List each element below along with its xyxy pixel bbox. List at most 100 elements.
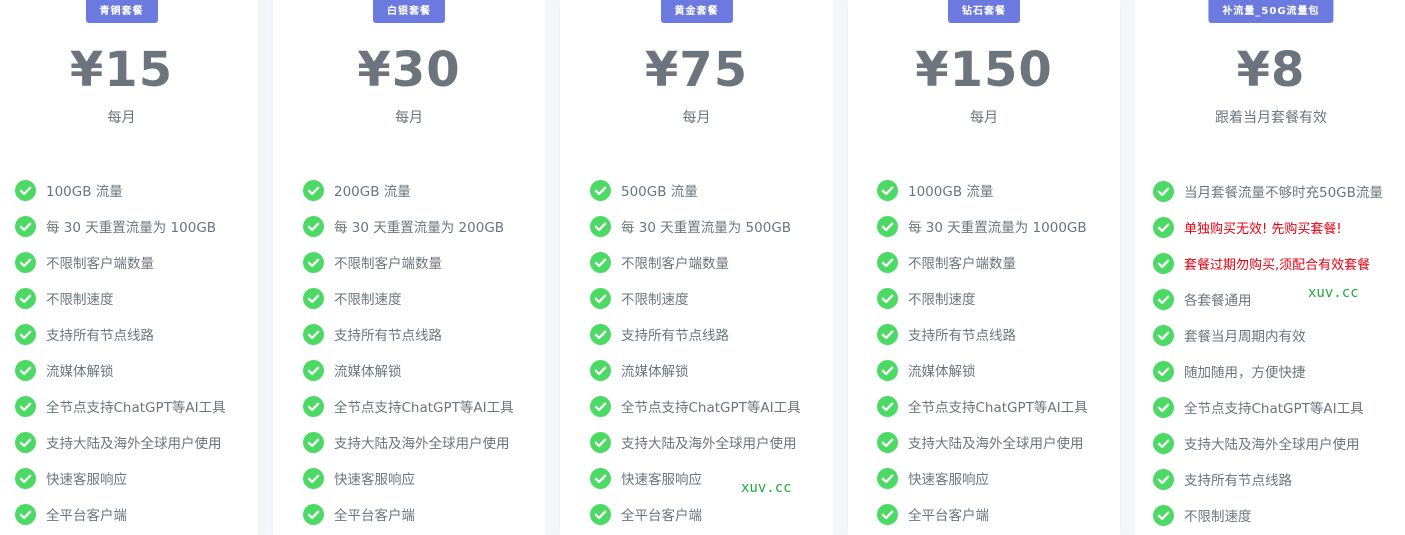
plan-price: ¥30 — [357, 42, 461, 98]
check-circle-icon — [15, 431, 36, 453]
feature-text: 支持所有节点线路 — [1184, 473, 1292, 489]
plan-price: ¥75 — [644, 42, 749, 98]
feature-text: 套餐过期勿购买,须配合有效套餐 — [1184, 257, 1371, 273]
check-circle-icon — [1153, 396, 1174, 418]
check-circle-icon — [303, 251, 324, 273]
feature-text: 不限制客户端数量 — [46, 256, 154, 272]
feature-text: 支持大陆及海外全球用户使用 — [334, 436, 510, 452]
feature-text: 快速客服响应 — [334, 472, 415, 488]
feature-item: 支持所有节点线路 — [590, 316, 833, 352]
feature-text: 快速客服响应 — [908, 472, 989, 488]
feature-text: 不限制速度 — [334, 292, 402, 308]
feature-text: 流媒体解锁 — [908, 364, 976, 380]
feature-text: 200GB 流量 — [334, 184, 411, 200]
feature-text: 支持大陆及海外全球用户使用 — [908, 436, 1084, 452]
feature-item: 每 30 天重置流量为 100GB — [15, 208, 258, 244]
feature-text: 每 30 天重置流量为 500GB — [621, 220, 792, 236]
plan-period: 每月 — [682, 110, 711, 126]
feature-item: 支持大陆及海外全球用户使用 — [590, 424, 833, 460]
plan-card-bronze[interactable]: 青铜套餐 ¥15 每月 100GB 流量每 30 天重置流量为 100GB 不限制… — [0, 0, 258, 535]
feature-item: 每 30 天重置流量为 500GB — [590, 208, 833, 244]
feature-text: 全平台客户端 — [46, 508, 127, 524]
check-circle-icon — [877, 467, 898, 489]
feature-text: 不限制速度 — [1184, 509, 1252, 525]
check-circle-icon — [1153, 180, 1174, 202]
feature-item: 支持大陆及海外全球用户使用 — [15, 424, 258, 460]
feature-item: 不限制客户端数量 — [590, 244, 833, 280]
plan-name-badge: 钻石套餐 — [948, 0, 1020, 23]
feature-item: 不限制速度 — [877, 280, 1120, 316]
plan-card-addon-traffic[interactable]: 补流量_50G流量包 ¥8 跟着当月套餐有效 当月套餐流量不够时充50GB流量单… — [1135, 0, 1405, 535]
check-circle-icon — [877, 287, 898, 309]
check-circle-icon — [303, 395, 324, 417]
feature-text: 全节点支持ChatGPT等AI工具 — [908, 400, 1088, 416]
feature-item: 支持所有节点线路 — [1153, 461, 1405, 497]
feature-text: 单独购买无效! 先购买套餐! — [1184, 221, 1342, 237]
check-circle-icon — [877, 323, 898, 345]
check-circle-icon — [590, 503, 611, 525]
feature-item: 全节点支持ChatGPT等AI工具 — [303, 388, 545, 424]
check-circle-icon — [303, 503, 324, 525]
feature-text: 支持大陆及海外全球用户使用 — [1184, 437, 1360, 453]
feature-text: 各套餐通用 — [1184, 293, 1252, 309]
feature-text: 支持所有节点线路 — [908, 328, 1016, 344]
check-circle-icon — [1153, 468, 1174, 490]
feature-text: 全节点支持ChatGPT等AI工具 — [621, 400, 801, 416]
plan-price: ¥8 — [1236, 42, 1306, 98]
feature-item: 套餐当月周期内有效 — [1153, 317, 1405, 353]
feature-item: 支持所有节点线路 — [303, 316, 545, 352]
check-circle-icon — [1153, 432, 1174, 454]
plan-card-gold[interactable]: 黄金套餐 ¥75 每月 500GB 流量每 30 天重置流量为 500GB 不限制… — [560, 0, 833, 535]
feature-text: 支持所有节点线路 — [46, 328, 154, 344]
feature-item: 500GB 流量 — [590, 172, 833, 208]
plan-card-silver[interactable]: 白银套餐 ¥30 每月 200GB 流量每 30 天重置流量为 200GB 不限制… — [273, 0, 545, 535]
check-circle-icon — [15, 395, 36, 417]
feature-item: 流媒体解锁 — [15, 352, 258, 388]
feature-item: 全节点支持ChatGPT等AI工具 — [15, 388, 258, 424]
check-circle-icon — [590, 467, 611, 489]
feature-item: 支持大陆及海外全球用户使用 — [303, 424, 545, 460]
check-circle-icon — [303, 179, 324, 201]
feature-list: 1000GB 流量每 30 天重置流量为 1000GB 不限制客户端数量 不限制速度… — [877, 172, 1120, 532]
feature-text: 500GB 流量 — [621, 184, 698, 200]
check-circle-icon — [1153, 324, 1174, 346]
check-circle-icon — [590, 359, 611, 381]
plan-name-badge: 黄金套餐 — [660, 0, 733, 23]
feature-item: 不限制速度 — [303, 280, 545, 316]
feature-item: 全平台客户端 — [590, 496, 833, 532]
feature-text: 支持所有节点线路 — [621, 328, 729, 344]
check-circle-icon — [15, 323, 36, 345]
feature-text: 全平台客户端 — [908, 508, 989, 524]
feature-item: 全节点支持ChatGPT等AI工具 — [1153, 389, 1405, 425]
feature-text: 不限制客户端数量 — [334, 256, 442, 272]
plan-name-badge: 白银套餐 — [373, 0, 445, 23]
feature-text: 快速客服响应 — [621, 472, 702, 488]
check-circle-icon — [15, 251, 36, 273]
check-circle-icon — [590, 323, 611, 345]
check-circle-icon — [15, 359, 36, 381]
check-circle-icon — [1153, 216, 1174, 238]
feature-text: 当月套餐流量不够时充50GB流量 — [1184, 185, 1383, 201]
check-circle-icon — [877, 251, 898, 273]
feature-text: 不限制速度 — [908, 292, 976, 308]
feature-item: 1000GB 流量 — [877, 172, 1120, 208]
feature-item: 不限制速度 — [1153, 497, 1405, 533]
feature-item: 快速客服响应 — [15, 460, 258, 496]
feature-text: 每 30 天重置流量为 200GB — [334, 220, 505, 236]
feature-text: 套餐当月周期内有效 — [1184, 329, 1306, 345]
feature-text: 快速客服响应 — [46, 472, 127, 488]
check-circle-icon — [303, 359, 324, 381]
feature-text: 1000GB 流量 — [908, 184, 994, 200]
feature-text: 每 30 天重置流量为 1000GB — [908, 220, 1087, 236]
feature-list: 200GB 流量每 30 天重置流量为 200GB 不限制客户端数量 不限制速度支持… — [303, 172, 545, 532]
feature-item: 随加随用，方便快捷 — [1153, 353, 1405, 389]
plan-period: 跟着当月套餐有效 — [1215, 110, 1327, 126]
check-circle-icon — [877, 215, 898, 237]
feature-item: 支持所有节点线路 — [15, 316, 258, 352]
feature-item: 全平台客户端 — [877, 496, 1120, 532]
check-circle-icon — [590, 179, 611, 201]
feature-list: 100GB 流量每 30 天重置流量为 100GB 不限制客户端数量 不限制速度 支持… — [15, 172, 258, 532]
feature-item: 全节点支持ChatGPT等AI工具 — [877, 388, 1120, 424]
feature-item: 当月套餐流量不够时充50GB流量 — [1153, 173, 1405, 209]
plan-card-diamond[interactable]: 钻石套餐 ¥150 每月 1000GB 流量每 30 天重置流量为 1000GB… — [848, 0, 1120, 535]
